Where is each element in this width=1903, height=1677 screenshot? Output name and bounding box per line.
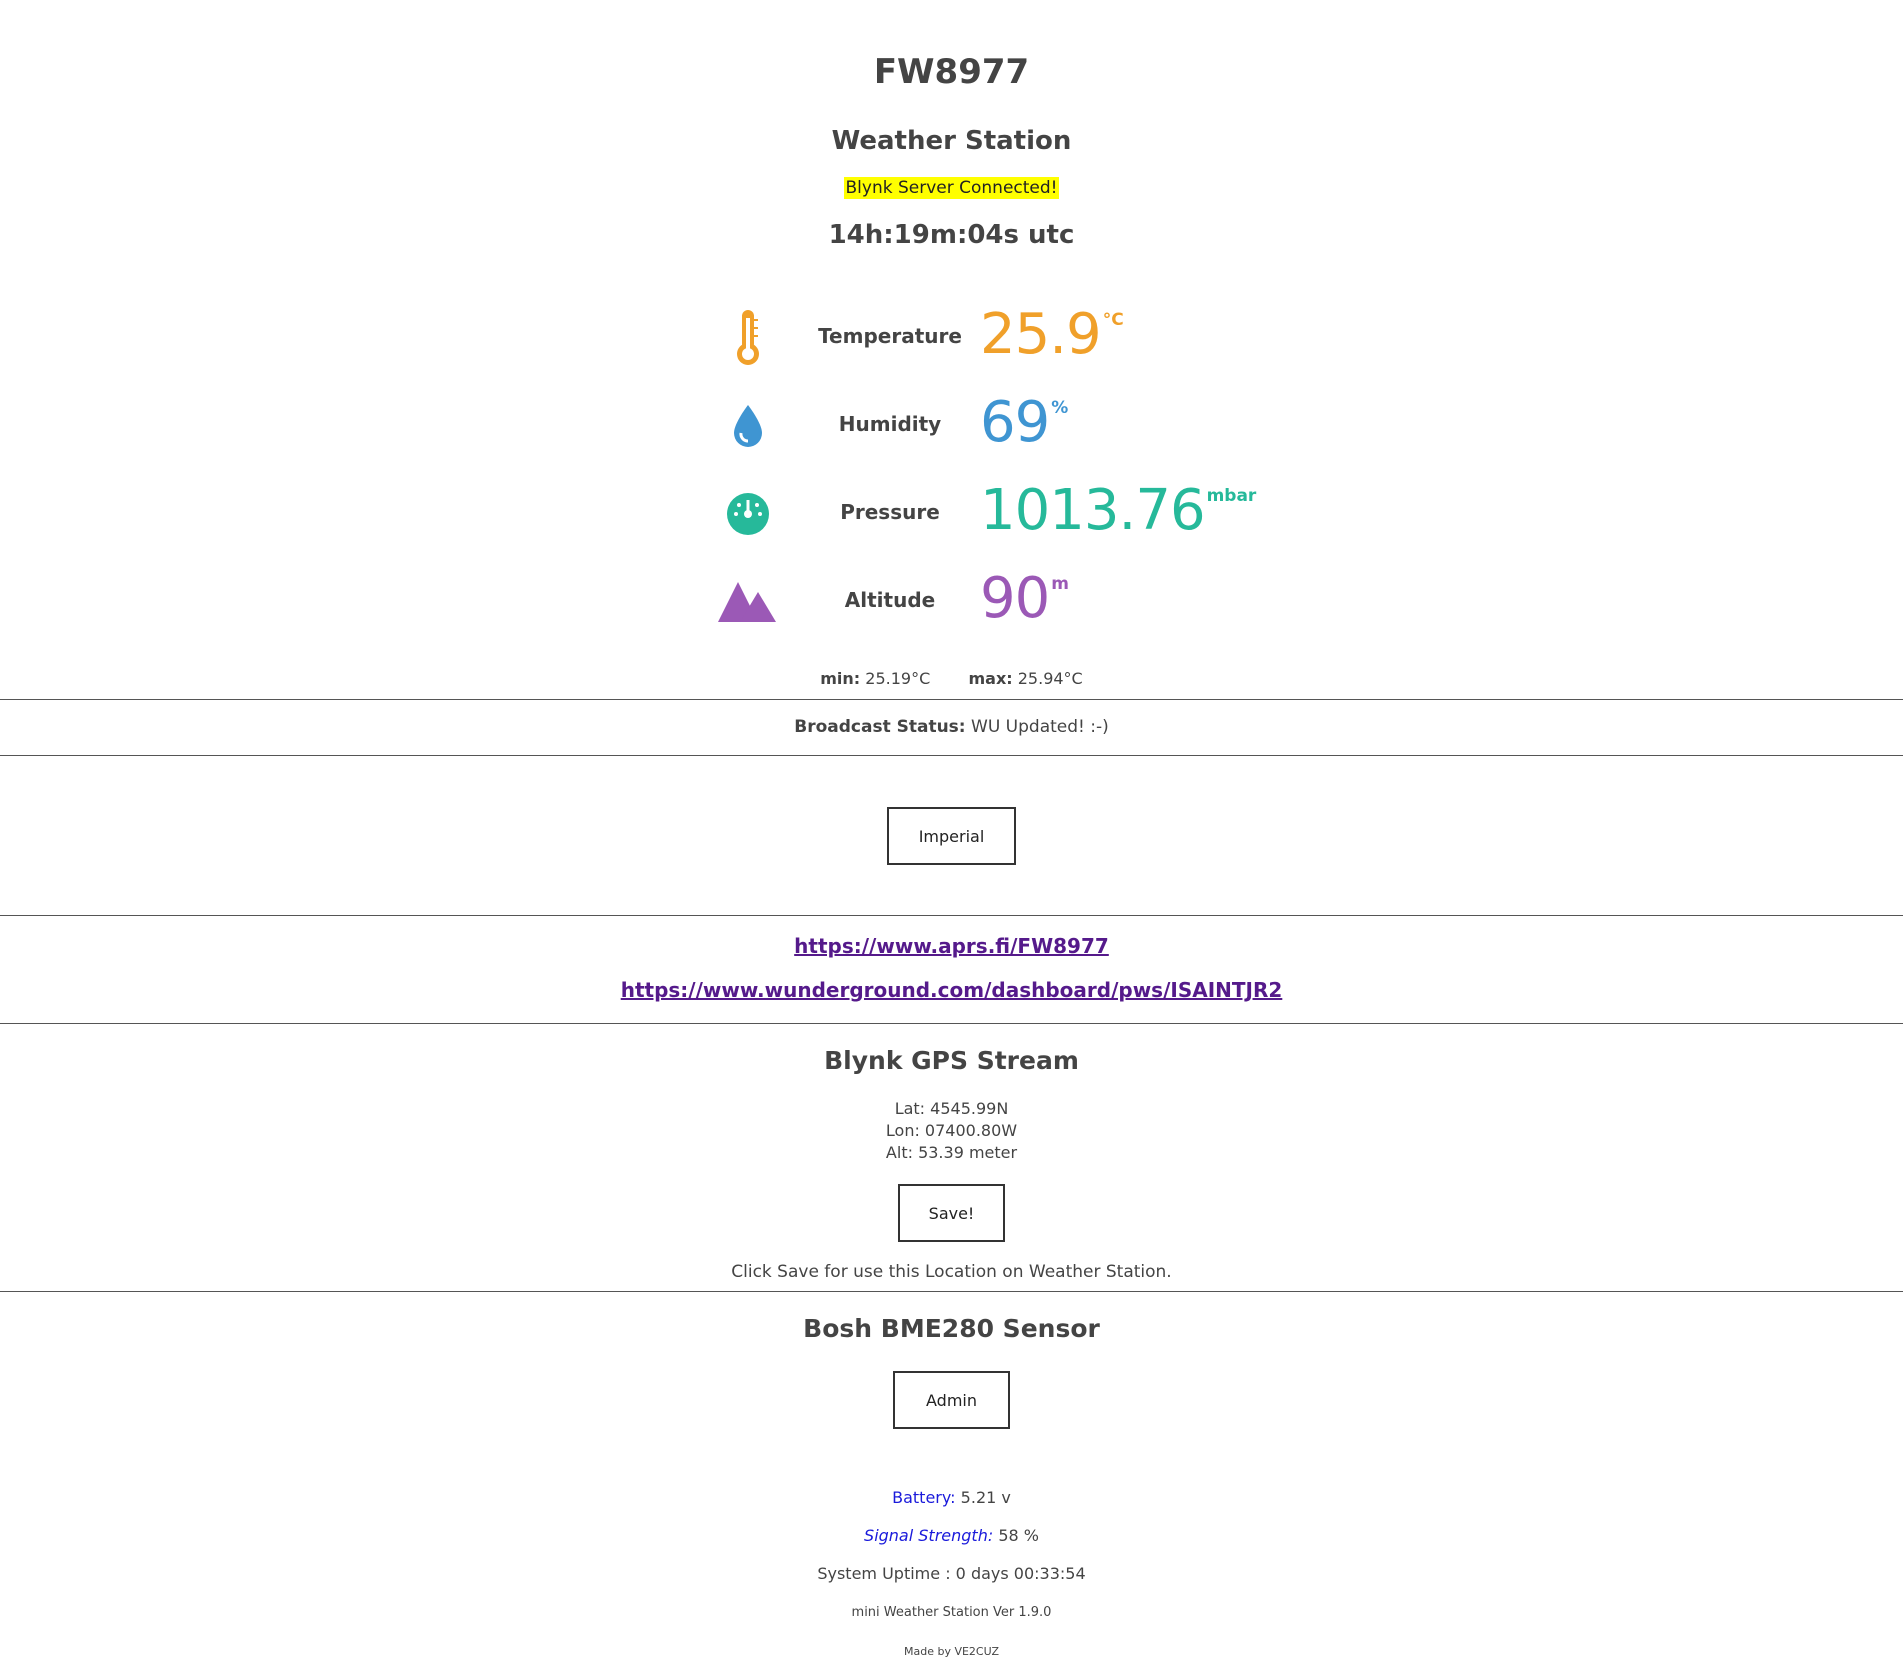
readings-panel: Temperature 25.9 °C Humidity 69% Pressure bbox=[700, 300, 1260, 652]
pressure-label: Pressure bbox=[840, 500, 940, 524]
min-max-line: min: 25.19°C max: 25.94°C bbox=[0, 669, 1903, 688]
thermometer-icon bbox=[700, 308, 796, 368]
broadcast-status: Broadcast Status: WU Updated! :-) bbox=[0, 717, 1903, 737]
gps-lon: Lon: 07400.80W bbox=[885, 1121, 1018, 1140]
imperial-units-button[interactable]: Imperial bbox=[887, 807, 1016, 865]
broadcast-label: Broadcast Status: bbox=[794, 717, 966, 737]
altitude-value: 90 m bbox=[980, 566, 1069, 631]
min-value: 25.19°C bbox=[865, 669, 931, 688]
divider bbox=[0, 915, 1903, 916]
altitude-unit: m bbox=[1051, 574, 1069, 594]
credit-label: Made by VE2CUZ bbox=[903, 1645, 999, 1658]
gps-alt: Alt: 53.39 meter bbox=[885, 1143, 1018, 1162]
altitude-label: Altitude bbox=[844, 588, 936, 612]
min-label: min: bbox=[820, 669, 861, 688]
temperature-value: 25.9 °C bbox=[980, 302, 1124, 367]
station-id-title: FW8977 bbox=[873, 52, 1030, 92]
signal-line: Signal Strength: 58 % bbox=[0, 1526, 1903, 1545]
aprs-link[interactable]: https://www.aprs.fi/FW8977 bbox=[0, 934, 1903, 958]
signal-label: Signal Strength: bbox=[864, 1526, 994, 1545]
max-label: max: bbox=[968, 669, 1013, 688]
signal-value: 58 % bbox=[998, 1526, 1039, 1545]
water-drop-icon bbox=[700, 396, 796, 456]
gps-lat: Lat: 4545.99N bbox=[894, 1099, 1009, 1118]
utc-clock: 14h:19m:04s utc bbox=[828, 220, 1075, 250]
gps-save-note: Click Save for use this Location on Weat… bbox=[731, 1262, 1172, 1282]
broadcast-value: WU Updated! :-) bbox=[971, 717, 1109, 737]
battery-label: Battery: bbox=[892, 1488, 956, 1507]
humidity-value: 69% bbox=[980, 390, 1069, 455]
divider bbox=[0, 755, 1903, 756]
temperature-label: Temperature bbox=[818, 324, 962, 348]
page-subtitle: Weather Station bbox=[831, 126, 1072, 156]
gauge-icon bbox=[700, 484, 796, 544]
external-links: https://www.aprs.fi/FW8977 bbox=[0, 934, 1903, 958]
temperature-row: Temperature 25.9 °C bbox=[700, 300, 1260, 388]
system-uptime: System Uptime : 0 days 00:33:54 bbox=[817, 1564, 1086, 1583]
divider bbox=[0, 1023, 1903, 1024]
gps-coordinates: Lat: 4545.99N Lon: 07400.80W Alt: 53.39 … bbox=[0, 1098, 1903, 1164]
divider bbox=[0, 1291, 1903, 1292]
blynk-status-badge: Blynk Server Connected! bbox=[843, 177, 1060, 199]
divider bbox=[0, 699, 1903, 700]
battery-value: 5.21 v bbox=[960, 1488, 1011, 1507]
admin-button[interactable]: Admin bbox=[893, 1371, 1010, 1429]
gps-section-title: Blynk GPS Stream bbox=[824, 1046, 1079, 1075]
blynk-status-wrap: Blynk Server Connected! bbox=[0, 177, 1903, 199]
humidity-row: Humidity 69% bbox=[700, 388, 1260, 476]
version-label: mini Weather Station Ver 1.9.0 bbox=[851, 1605, 1052, 1620]
temperature-unit: °C bbox=[1102, 310, 1124, 330]
save-location-button[interactable]: Save! bbox=[898, 1184, 1005, 1242]
humidity-label: Humidity bbox=[838, 412, 942, 436]
pressure-row: Pressure 1013.76 mbar bbox=[700, 476, 1260, 564]
battery-line: Battery: 5.21 v bbox=[0, 1488, 1903, 1507]
wunderground-link[interactable]: https://www.wunderground.com/dashboard/p… bbox=[0, 978, 1903, 1002]
pressure-value: 1013.76 mbar bbox=[980, 478, 1257, 543]
sensor-section-title: Bosh BME280 Sensor bbox=[803, 1314, 1100, 1343]
max-value: 25.94°C bbox=[1017, 669, 1083, 688]
altitude-row: Altitude 90 m bbox=[700, 564, 1260, 652]
pressure-unit: mbar bbox=[1206, 486, 1257, 506]
mountain-icon bbox=[700, 572, 796, 632]
external-links-2: https://www.wunderground.com/dashboard/p… bbox=[0, 978, 1903, 1002]
humidity-unit: % bbox=[1051, 398, 1069, 418]
